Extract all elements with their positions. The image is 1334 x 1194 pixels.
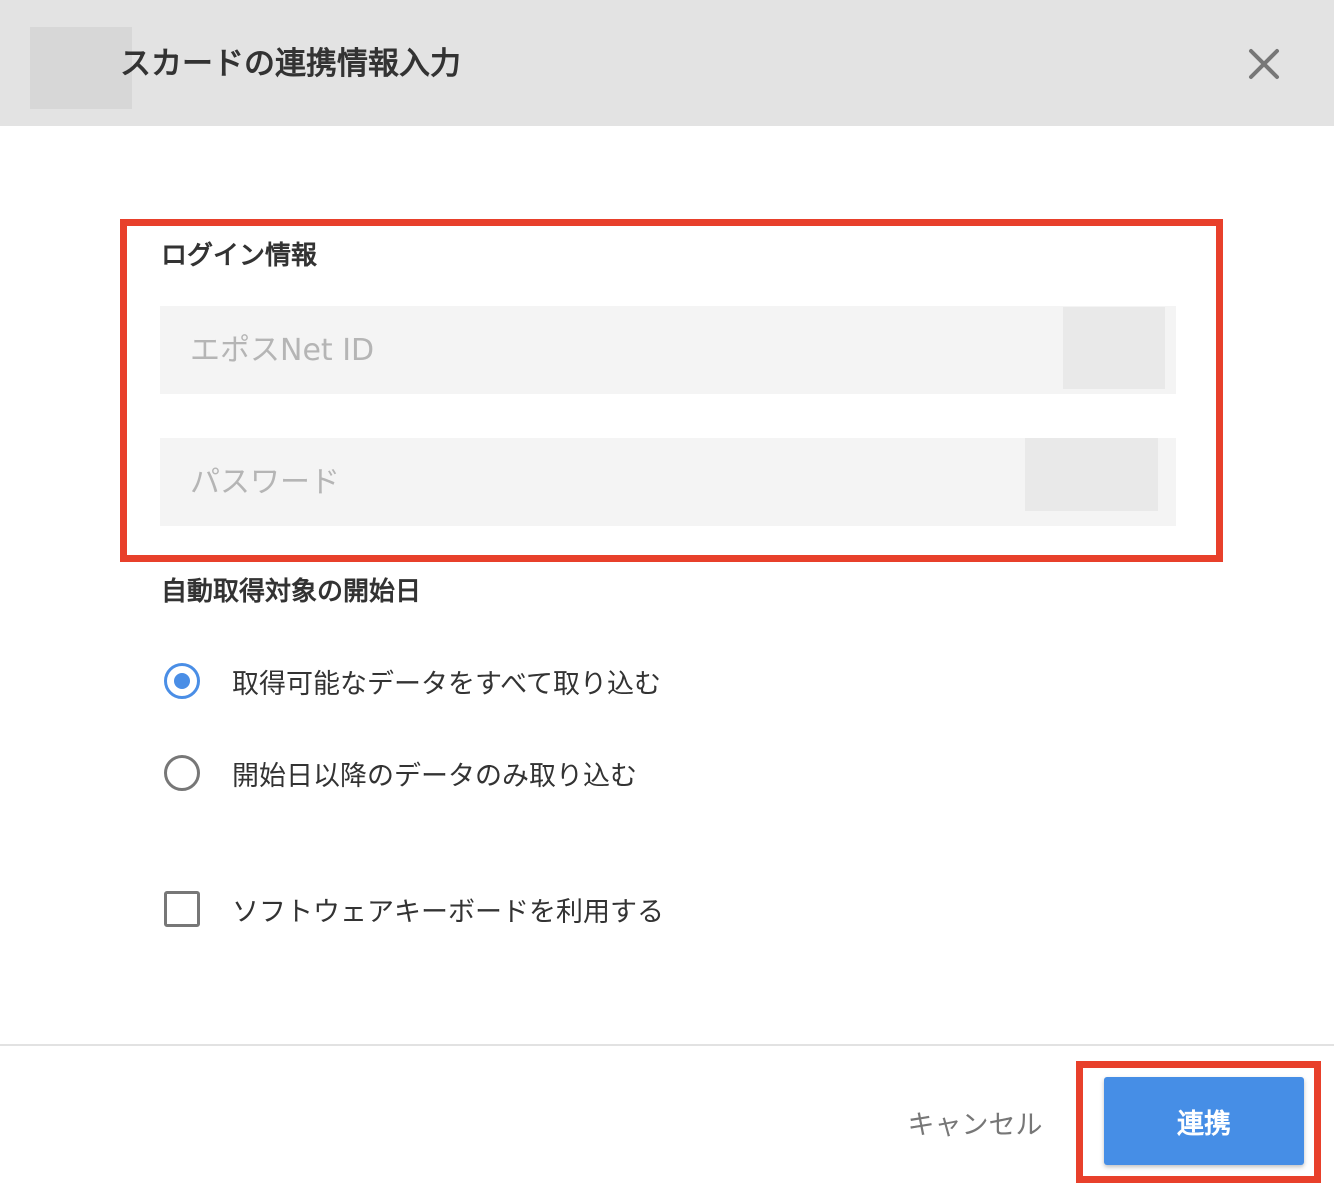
redacted-area [30, 27, 132, 109]
software-keyboard-option[interactable]: ソフトウェアキーボードを利用する [160, 885, 664, 933]
footer-divider [0, 1044, 1334, 1046]
radio-button-unchecked[interactable] [164, 755, 200, 791]
cancel-button[interactable]: キャンセル [890, 1098, 1060, 1146]
close-icon [1249, 49, 1279, 79]
dialog-title: スカードの連携情報入力 [120, 46, 461, 82]
login-highlight-box [120, 219, 1223, 562]
submit-highlight-box [1076, 1061, 1321, 1183]
start-date-label: 自動取得対象の開始日 [161, 577, 422, 607]
radio-option-since-start[interactable]: 開始日以降のデータのみ取り込む [160, 749, 637, 797]
radio-option-label: 開始日以降のデータのみ取り込む [232, 760, 637, 792]
software-keyboard-label: ソフトウェアキーボードを利用する [232, 896, 664, 928]
close-button[interactable] [1240, 40, 1288, 88]
software-keyboard-checkbox[interactable] [164, 891, 200, 927]
radio-option-label: 取得可能なデータをすべて取り込む [232, 668, 662, 700]
radio-button-checked[interactable] [164, 663, 200, 699]
radio-option-all-data[interactable]: 取得可能なデータをすべて取り込む [160, 657, 661, 705]
dialog-header: スカードの連携情報入力 [0, 0, 1334, 126]
